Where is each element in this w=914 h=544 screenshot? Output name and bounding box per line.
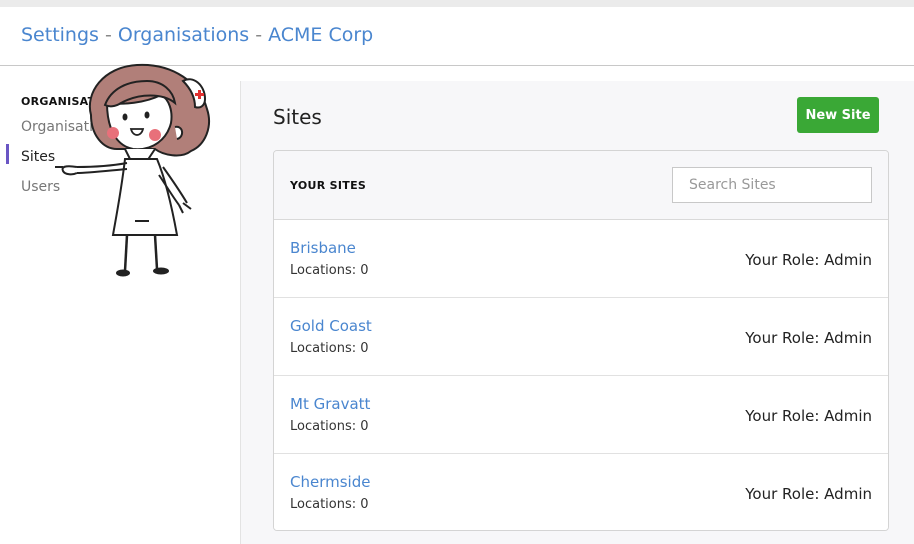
- sidebar-active-marker: [6, 144, 9, 164]
- site-role: Your Role: Admin: [745, 407, 872, 425]
- search-sites-input[interactable]: [672, 167, 872, 203]
- site-row: Chermside Locations: 0 Your Role: Admin: [274, 454, 888, 530]
- breadcrumb: Settings - Organisations - ACME Corp: [21, 24, 373, 46]
- site-name-link[interactable]: Mt Gravatt: [290, 395, 370, 413]
- site-role: Your Role: Admin: [745, 329, 872, 347]
- site-role: Your Role: Admin: [745, 485, 872, 503]
- nurse-mascot-icon: [55, 63, 210, 277]
- page-title: Sites: [273, 105, 322, 129]
- page: Settings - Organisations - ACME Corp ORG…: [0, 7, 914, 544]
- main-content: Sites New Site YOUR SITES Brisbane Locat…: [241, 81, 914, 544]
- new-site-button[interactable]: New Site: [797, 97, 879, 133]
- site-locations: Locations: 0: [290, 263, 369, 278]
- site-locations: Locations: 0: [290, 419, 369, 434]
- sites-panel: YOUR SITES Brisbane Locations: 0 Your Ro…: [273, 150, 889, 531]
- site-role: Your Role: Admin: [745, 251, 872, 269]
- site-locations: Locations: 0: [290, 341, 369, 356]
- site-locations: Locations: 0: [290, 497, 369, 512]
- site-name-link[interactable]: Brisbane: [290, 239, 356, 257]
- panel-header: YOUR SITES: [274, 151, 888, 220]
- breadcrumb-settings-link[interactable]: Settings: [21, 24, 99, 46]
- site-row: Mt Gravatt Locations: 0 Your Role: Admin: [274, 376, 888, 454]
- site-row: Brisbane Locations: 0 Your Role: Admin: [274, 220, 888, 298]
- breadcrumb-current-link[interactable]: ACME Corp: [268, 24, 373, 46]
- sidebar-item-sites[interactable]: Sites: [21, 149, 55, 165]
- site-row: Gold Coast Locations: 0 Your Role: Admin: [274, 298, 888, 376]
- site-name-link[interactable]: Chermside: [290, 473, 370, 491]
- site-name-link[interactable]: Gold Coast: [290, 317, 372, 335]
- breadcrumb-separator: -: [98, 24, 118, 46]
- panel-title: YOUR SITES: [290, 179, 367, 192]
- breadcrumb-organisations-link[interactable]: Organisations: [118, 24, 249, 46]
- breadcrumb-separator: -: [249, 24, 269, 46]
